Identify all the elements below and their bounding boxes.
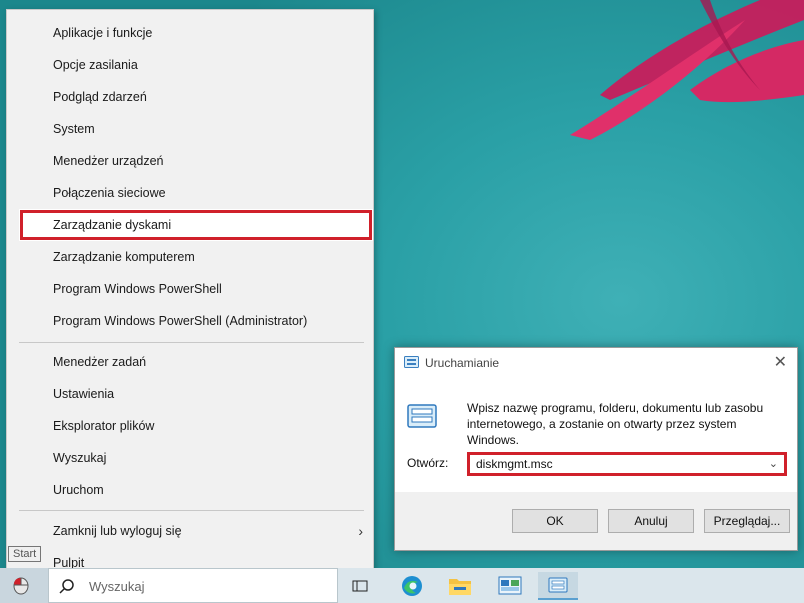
- winx-quick-link-menu: Aplikacje i funkcje Opcje zasilania Podg…: [6, 9, 374, 579]
- file-explorer-icon: [449, 579, 471, 595]
- edge-icon: [402, 576, 422, 596]
- menu-item-label: Wyszukaj: [53, 451, 107, 465]
- menu-item-label: Uruchom: [53, 483, 104, 497]
- run-dialog-title: Uruchamianie: [425, 356, 500, 370]
- menu-item-label: Menedżer zadań: [53, 355, 147, 369]
- menu-item-apps-features[interactable]: Aplikacje i funkcje: [7, 17, 373, 49]
- menu-item-label: Eksplorator plików: [53, 419, 155, 433]
- menu-item-label: System: [53, 122, 95, 136]
- run-dialog-description: Wpisz nazwę programu, folderu, dokumentu…: [467, 401, 764, 447]
- menu-item-computer-management[interactable]: Zarządzanie komputerem: [7, 241, 373, 273]
- menu-item-task-manager[interactable]: Menedżer zadań: [7, 346, 373, 378]
- menu-item-label: Podgląd zdarzeń: [53, 90, 147, 104]
- menu-item-system[interactable]: System: [7, 113, 373, 145]
- menu-item-powershell-admin[interactable]: Program Windows PowerShell (Administrato…: [7, 305, 373, 337]
- search-icon: [59, 579, 74, 594]
- menu-separator: [19, 342, 364, 343]
- menu-item-label: Zarządzanie komputerem: [53, 250, 195, 264]
- menu-item-run[interactable]: Uruchom: [7, 474, 373, 506]
- search-placeholder: Wyszukaj: [89, 579, 145, 594]
- menu-item-label: Zarządzanie dyskami: [53, 218, 172, 232]
- run-program-icon: [407, 404, 437, 428]
- start-tooltip: Start: [8, 546, 42, 562]
- start-button[interactable]: [0, 568, 48, 603]
- menu-item-label: Zamknij lub wyloguj się: [53, 524, 182, 538]
- taskbar-search-box[interactable]: Wyszukaj: [48, 568, 338, 603]
- run-icon: [548, 577, 568, 593]
- task-view-icon: [352, 580, 368, 592]
- browse-button[interactable]: Przeglądaj...: [704, 509, 790, 533]
- menu-item-event-viewer[interactable]: Podgląd zdarzeń: [7, 81, 373, 113]
- cancel-button[interactable]: Anuluj: [608, 509, 694, 533]
- run-dialog: Uruchamianie ✕ Wpisz nazwę programu, fol…: [394, 347, 798, 551]
- menu-item-search[interactable]: Wyszukaj: [7, 442, 373, 474]
- menu-item-label: Ustawienia: [53, 387, 115, 401]
- task-view-button[interactable]: [340, 572, 380, 600]
- edge-taskbar-button[interactable]: [392, 572, 432, 600]
- menu-item-label: Aplikacje i funkcje: [53, 26, 153, 40]
- ok-button[interactable]: OK: [512, 509, 598, 533]
- menu-item-label: Program Windows PowerShell (Administrato…: [53, 314, 308, 328]
- run-icon: [404, 356, 419, 368]
- menu-item-label: Menedżer urządzeń: [53, 154, 164, 168]
- menu-item-disk-management[interactable]: Zarządzanie dyskami: [19, 209, 373, 241]
- open-input-value: diskmgmt.msc: [476, 457, 553, 471]
- chevron-right-icon: ›: [358, 523, 363, 539]
- menu-separator: [19, 510, 364, 511]
- run-dialog-titlebar[interactable]: Uruchamianie ✕: [395, 348, 797, 378]
- menu-item-label: Program Windows PowerShell: [53, 282, 222, 296]
- control-panel-icon: [498, 576, 522, 595]
- control-panel-taskbar-button[interactable]: [490, 572, 530, 600]
- file-explorer-taskbar-button[interactable]: [440, 572, 480, 600]
- menu-item-power-options[interactable]: Opcje zasilania: [7, 49, 373, 81]
- mouse-cursor-icon: [13, 577, 29, 595]
- close-icon[interactable]: ✕: [774, 352, 787, 372]
- menu-item-device-manager[interactable]: Menedżer urządzeń: [7, 145, 373, 177]
- menu-item-file-explorer[interactable]: Eksplorator plików: [7, 410, 373, 442]
- chevron-down-icon[interactable]: ⌄: [769, 455, 778, 473]
- menu-item-network-connections[interactable]: Połączenia sieciowe: [7, 177, 373, 209]
- menu-item-settings[interactable]: Ustawienia: [7, 378, 373, 410]
- menu-item-powershell[interactable]: Program Windows PowerShell: [7, 273, 373, 305]
- open-label: Otwórz:: [407, 456, 449, 470]
- menu-item-label: Opcje zasilania: [53, 58, 138, 72]
- taskbar: Wyszukaj: [0, 568, 804, 603]
- open-input[interactable]: diskmgmt.msc ⌄: [467, 452, 787, 476]
- menu-item-label: Połączenia sieciowe: [53, 186, 166, 200]
- menu-item-shutdown-signout[interactable]: Zamknij lub wyloguj się ›: [7, 515, 373, 547]
- run-taskbar-button[interactable]: [538, 572, 578, 600]
